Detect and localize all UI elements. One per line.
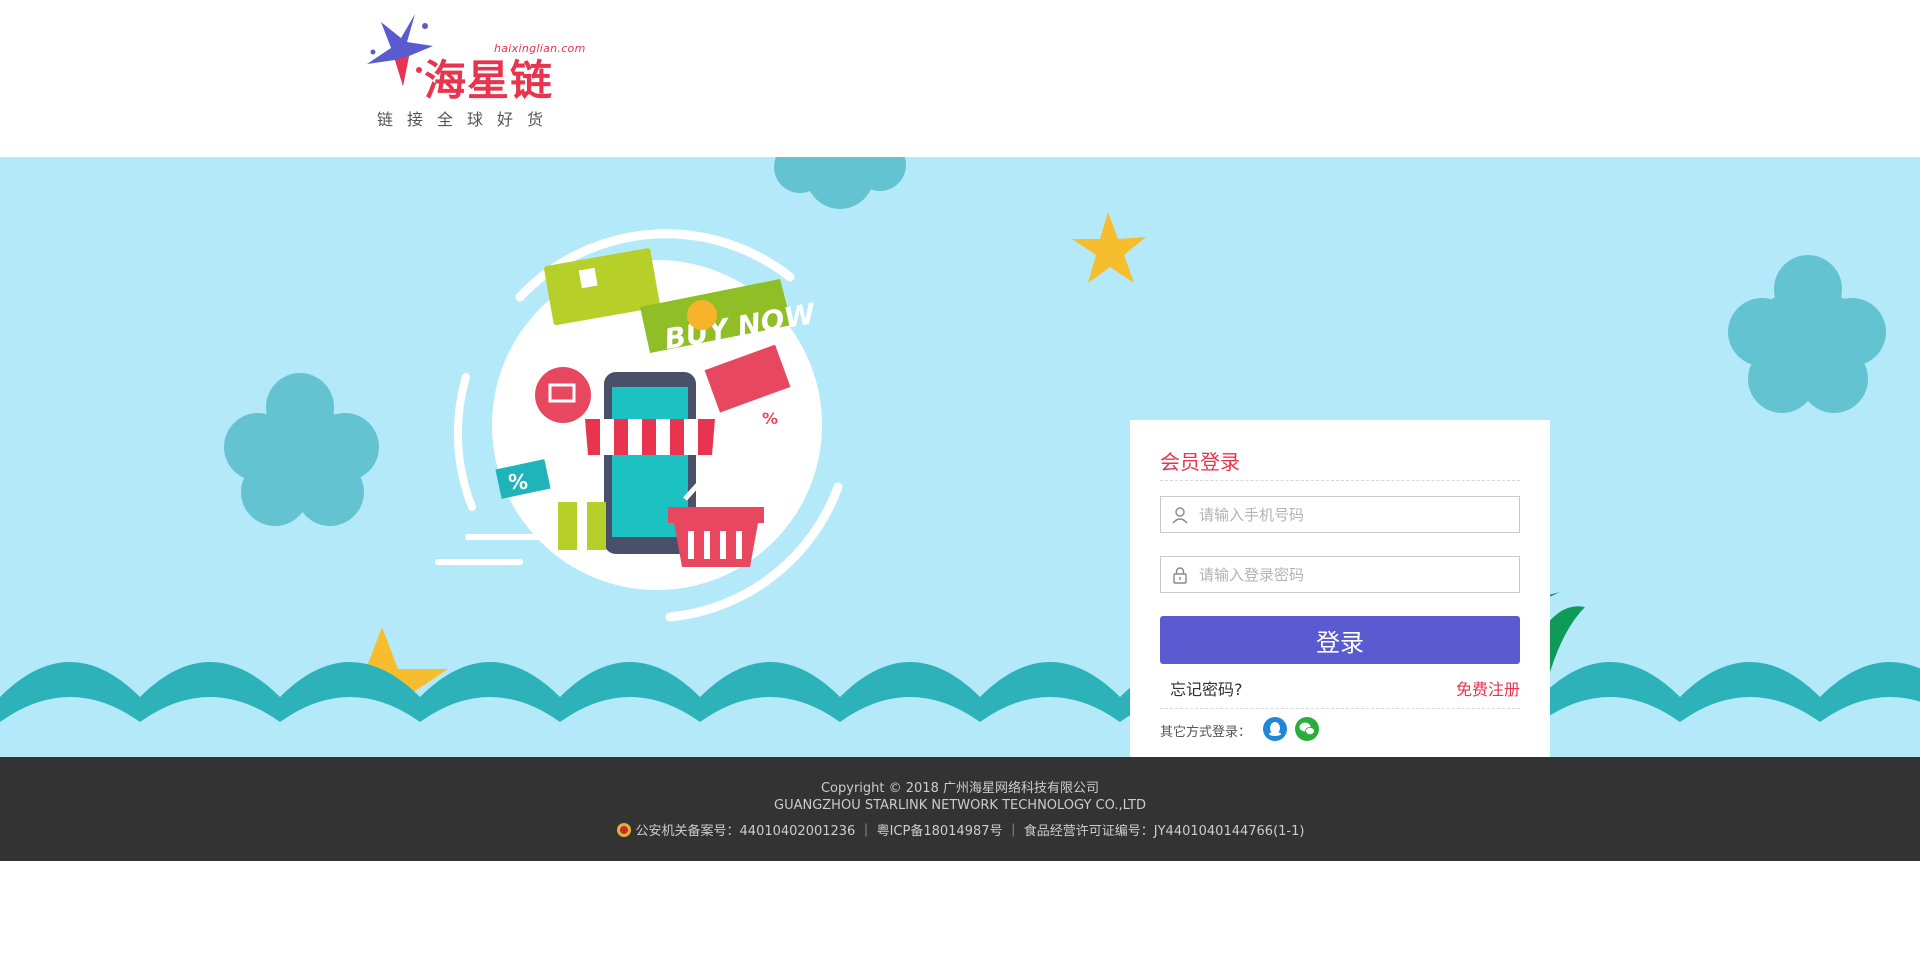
site-footer: Copyright © 2018 广州海星网络科技有限公司 GUANGZHOU … [0, 757, 1920, 861]
banner-illustration: BUY NOW % % [0, 157, 1920, 757]
other-login-label: 其它方式登录： [1160, 725, 1252, 740]
lock-icon [1173, 567, 1187, 584]
user-icon [1172, 507, 1188, 524]
cloud-right [1728, 255, 1886, 413]
register-link[interactable]: 免费注册 [1456, 676, 1520, 700]
phone-field [1160, 496, 1520, 533]
police-badge-icon [616, 823, 631, 837]
hero-banner: BUY NOW % % 会员登录 请输入手机号码 登录 忘记密码? 免费注册 其… [0, 157, 1920, 757]
starfish-top [1072, 212, 1146, 283]
site-logo[interactable]: haixinglian.com 海星链 链接全球好货 [363, 12, 585, 132]
footer-registration[interactable]: 公安机关备案号：44010402001236 ｜ 粤ICP备18014987号 … [636, 824, 1305, 839]
logo-title: 海星链 [424, 56, 554, 105]
password-input[interactable] [1199, 557, 1509, 592]
forgot-password-link[interactable]: 忘记密码? [1170, 676, 1243, 700]
footer-company-en: GUANGZHOU STARLINK NETWORK TECHNOLOGY CO… [774, 798, 1146, 813]
svg-text:%: % [508, 470, 528, 494]
login-card: 会员登录 登录 忘记密码? 免费注册 其它方式登录： [1130, 420, 1550, 757]
login-title: 会员登录 [1160, 450, 1240, 474]
wechat-icon [1299, 722, 1315, 735]
footer-registration-row: 公安机关备案号：44010402001236 ｜ 粤ICP备18014987号 … [0, 820, 1920, 839]
logo-slogan: 链接全球好货 [377, 110, 558, 129]
login-button[interactable]: 登录 [1160, 616, 1520, 664]
svg-text:%: % [762, 409, 778, 428]
qq-icon [1269, 722, 1281, 736]
cloud-left [224, 373, 379, 526]
cloud-top [774, 157, 906, 209]
phone-input[interactable] [1199, 497, 1509, 532]
wechat-login-button[interactable] [1295, 717, 1319, 741]
site-header: haixinglian.com 海星链 链接全球好货 [0, 0, 1920, 157]
qq-login-button[interactable] [1263, 717, 1287, 741]
password-field [1160, 556, 1520, 593]
title-divider [1160, 480, 1520, 481]
footer-copyright: Copyright © 2018 广州海星网络科技有限公司 [820, 781, 1099, 796]
links-divider [1160, 708, 1520, 709]
logo-domain: haixinglian.com [494, 42, 586, 55]
